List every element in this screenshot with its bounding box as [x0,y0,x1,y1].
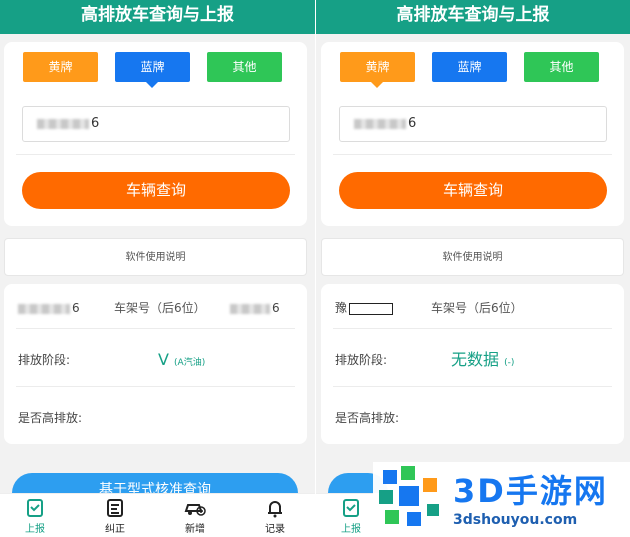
tab-label: 黄牌 [365,60,390,74]
redacted-box [349,302,394,315]
nav-report[interactable]: 上报 [326,498,376,535]
vin-label: 车架号（后6位） [431,301,523,315]
tab-blue-plate[interactable]: 蓝牌 [115,52,190,88]
divider [333,328,612,329]
manual-card[interactable]: 软件使用说明 [321,238,624,276]
plate-suffix: 6 [72,301,80,315]
tab-label: 其他 [232,60,257,74]
high-emission-row: 是否高排放: [18,398,297,438]
software-manual-link[interactable]: 软件使用说明 [322,239,623,277]
report-icon [27,499,43,517]
result-card: 豫 车架号（后6位） 排放阶段: 无数据 (-) 是否高排放: [321,284,624,444]
blurred-text [37,118,89,129]
watermark-brand: 3D手游网 [453,472,608,510]
edit-icon [107,499,123,517]
tab-other-plate[interactable]: 其他 [207,52,282,82]
nav-label: 记录 [265,524,285,535]
vehicle-query-button[interactable]: 车辆查询 [22,172,290,209]
app-comparison: 高排放车查询与上报 黄牌 蓝牌 其他 6 车辆查询 软件使用说明 6 车架号（后… [0,0,630,537]
stage-label: 排放阶段: [18,353,71,367]
bottom-tabbar: 上报 纠正 新增 记录 [0,493,315,537]
divider [16,386,295,387]
tab-yellow-plate[interactable]: 黄牌 [340,52,415,88]
nav-label: 上报 [25,524,45,535]
emission-stage-row: 排放阶段: V (A汽油) [18,340,297,380]
stage-value: 无数据 (-) [451,340,514,383]
blurred-text [354,118,406,129]
screen-right: 高排放车查询与上报 黄牌 蓝牌 其他 6 车辆查询 软件使用说明 豫 车架号（后… [315,0,630,537]
plate-vin-row: 豫 车架号（后6位） [335,288,614,328]
result-card: 6 车架号（后6位） 6 排放阶段: V (A汽油) 是否高排放: [4,284,307,444]
stage-value-text: 无数据 [451,350,500,369]
divider [333,154,612,155]
vin-suffix: 6 [272,301,280,315]
nav-label: 纠正 [105,524,125,535]
blurred-text [18,303,70,314]
stage-value: V (A汽油) [158,340,205,383]
nav-records[interactable]: 记录 [250,498,300,535]
tab-label: 蓝牌 [457,60,482,74]
page-title: 高排放车查询与上报 [0,0,315,34]
tab-blue-plate[interactable]: 蓝牌 [432,52,507,82]
high-emission-label: 是否高排放: [335,411,400,425]
query-card: 黄牌 蓝牌 其他 6 车辆查询 [321,42,624,226]
divider [16,154,295,155]
blurred-text [230,303,270,314]
stage-label: 排放阶段: [335,353,388,367]
plate-value: 豫 [335,288,394,328]
selected-caret-icon [371,82,383,88]
high-emission-row: 是否高排放: [335,398,614,438]
nav-report[interactable]: 上报 [10,498,60,535]
vehicle-query-button[interactable]: 车辆查询 [339,172,607,209]
plate-type-tabs: 黄牌 蓝牌 其他 [23,52,282,88]
divider [333,386,612,387]
manual-card[interactable]: 软件使用说明 [4,238,307,276]
selected-caret-icon [146,82,158,88]
tab-label: 蓝牌 [140,60,165,74]
page-title: 高排放车查询与上报 [316,0,630,34]
nav-label: 上报 [341,524,361,535]
plate-prefix: 豫 [335,301,348,315]
emission-stage-row: 排放阶段: 无数据 (-) [335,340,614,380]
car-add-icon [184,504,206,516]
vin-value: 6 [230,288,280,328]
stage-value-text: V [158,350,169,369]
watermark: 3D手游网 3dshouyou.com [373,462,630,537]
nav-add[interactable]: 新增 [170,498,220,535]
vin-label: 车架号（后6位） [114,301,206,315]
plate-number-input[interactable]: 6 [339,106,607,142]
stage-note: (-) [504,358,515,368]
screen-left: 高排放车查询与上报 黄牌 蓝牌 其他 6 车辆查询 软件使用说明 6 车架号（后… [0,0,315,537]
plate-input-suffix: 6 [408,116,417,131]
report-icon [343,499,359,517]
watermark-url: 3dshouyou.com [453,512,578,528]
high-emission-label: 是否高排放: [18,411,83,425]
site-logo-icon [379,466,439,526]
nav-label: 新增 [185,524,205,535]
tab-other-plate[interactable]: 其他 [524,52,599,82]
plate-type-tabs: 黄牌 蓝牌 其他 [340,52,599,88]
plate-number-input[interactable]: 6 [22,106,290,142]
query-card: 黄牌 蓝牌 其他 6 车辆查询 [4,42,307,226]
divider [16,328,295,329]
stage-note: (A汽油) [174,358,206,368]
plate-vin-row: 6 车架号（后6位） 6 [18,288,297,328]
plate-input-suffix: 6 [91,116,100,131]
bell-icon [268,501,282,518]
tab-yellow-plate[interactable]: 黄牌 [23,52,98,82]
tab-label: 黄牌 [48,60,73,74]
nav-correct[interactable]: 纠正 [90,498,140,535]
tab-label: 其他 [549,60,574,74]
plate-value: 6 [18,288,80,328]
software-manual-link[interactable]: 软件使用说明 [5,239,306,277]
